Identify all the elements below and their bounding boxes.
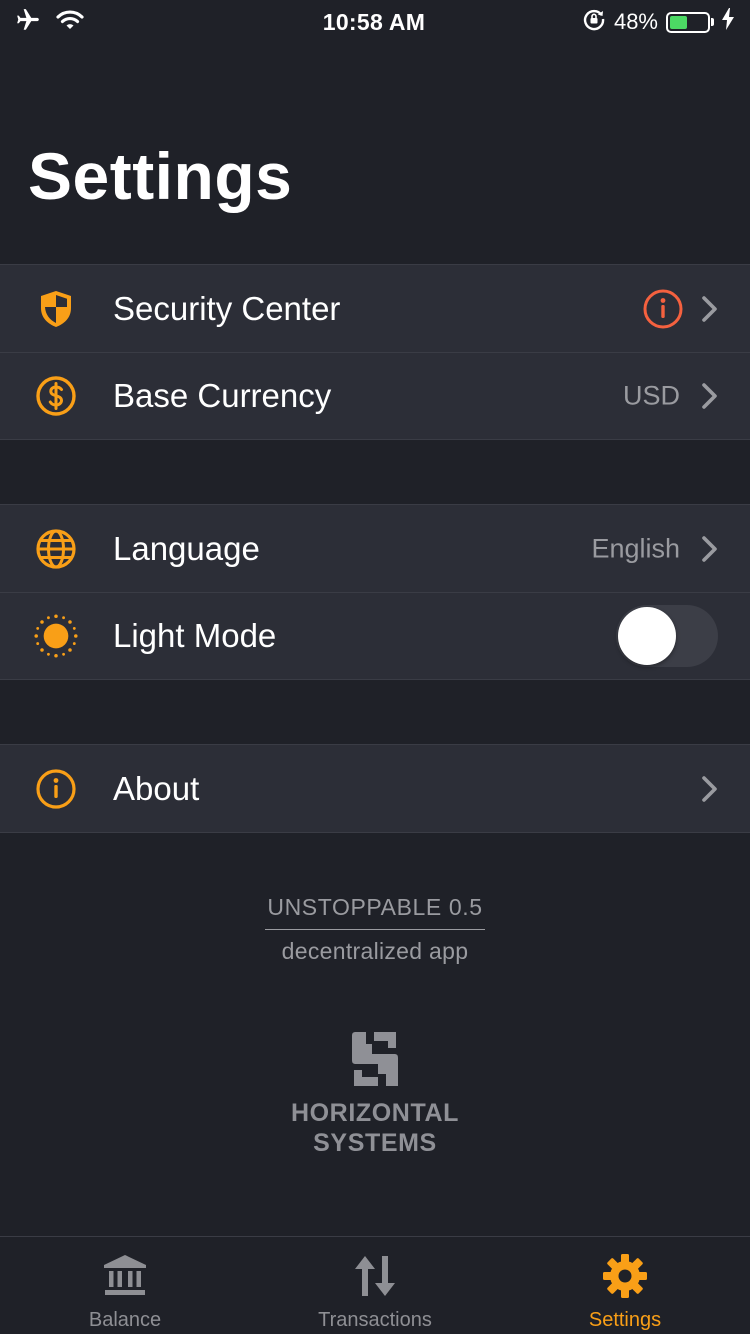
company-name-line1: HORIZONTAL <box>290 1099 459 1127</box>
app-subtitle: decentralized app <box>281 938 469 964</box>
row-value-base-currency: USD <box>622 380 680 411</box>
chevron-right-icon <box>702 383 717 409</box>
chevron-right-icon <box>702 535 717 562</box>
tab-transactions[interactable]: Transactions <box>250 1237 500 1334</box>
battery-percent: 48% <box>613 9 658 34</box>
toggle-knob <box>618 607 676 665</box>
dollar-circle-icon <box>34 374 78 418</box>
sun-icon <box>34 614 78 658</box>
light-mode-toggle[interactable] <box>616 605 718 667</box>
gear-icon <box>600 1251 650 1301</box>
chevron-right-icon <box>702 775 717 802</box>
shield-icon <box>34 287 78 331</box>
airplane-icon <box>14 7 42 38</box>
bank-icon <box>100 1251 150 1301</box>
tab-label-settings: Settings <box>588 1309 662 1331</box>
tab-settings[interactable]: Settings <box>500 1237 750 1334</box>
row-label-light-mode: Light Mode <box>113 617 277 654</box>
battery-fill <box>670 15 688 29</box>
row-label-language: Language <box>113 529 260 567</box>
info-icon <box>34 767 78 811</box>
status-right: 48% <box>534 7 734 37</box>
row-value-language: English <box>591 533 680 563</box>
settings-group-appearance: Language English Light Mode <box>0 504 750 680</box>
app-version: UNSTOPPABLE 0.5 <box>265 894 485 930</box>
row-light-mode: Light Mode <box>0 592 750 679</box>
transfer-arrows-icon <box>350 1251 400 1301</box>
company-logo: HORIZONTAL SYSTEMS <box>0 1030 750 1158</box>
row-label-security-center: Security Center <box>113 289 341 327</box>
tab-label-balance: Balance <box>88 1309 162 1331</box>
tab-bar: Balance Transactions Settings <box>0 1236 750 1334</box>
row-security-center[interactable]: Security Center <box>0 265 750 352</box>
wifi-icon <box>56 9 84 36</box>
tab-balance[interactable]: Balance <box>0 1237 250 1334</box>
page-title: Settings <box>28 139 293 213</box>
battery-icon <box>666 11 714 33</box>
settings-group-general: Security Center Base Currency USD <box>0 264 750 440</box>
chevron-right-icon <box>702 295 717 322</box>
row-label-base-currency: Base Currency <box>113 377 332 414</box>
status-left <box>14 7 214 38</box>
alert-info-icon <box>642 288 684 330</box>
settings-group-info: About <box>0 744 750 833</box>
status-time: 10:58 AM <box>322 8 426 35</box>
globe-icon <box>34 527 78 571</box>
tab-label-transactions: Transactions <box>318 1309 432 1331</box>
row-base-currency[interactable]: Base Currency USD <box>0 352 750 439</box>
status-bar: 10:58 AM 48% <box>0 0 750 44</box>
horizontal-systems-logo-icon <box>352 1032 398 1086</box>
row-language[interactable]: Language English <box>0 505 750 592</box>
app-info: UNSTOPPABLE 0.5 decentralized app <box>0 894 750 965</box>
row-about[interactable]: About <box>0 745 750 832</box>
company-name-line2: SYSTEMS <box>313 1129 437 1157</box>
charging-icon <box>722 8 734 36</box>
rotation-lock-icon <box>582 7 606 37</box>
row-label-about: About <box>113 769 200 807</box>
